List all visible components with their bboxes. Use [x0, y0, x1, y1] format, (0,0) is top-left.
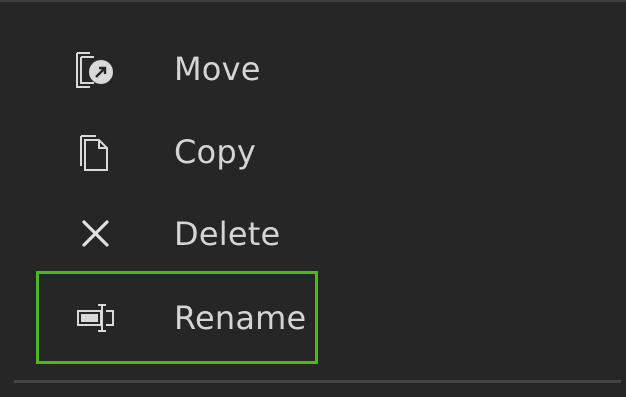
bottom-divider	[14, 380, 621, 383]
menu-item-label: Move	[174, 50, 261, 88]
menu-item-delete[interactable]: Delete	[36, 189, 318, 279]
rename-icon	[74, 296, 118, 340]
move-icon	[74, 47, 118, 91]
menu-item-copy[interactable]: Copy	[36, 107, 318, 197]
menu-item-rename[interactable]: Rename	[36, 271, 318, 364]
menu-item-label: Rename	[174, 298, 307, 337]
menu-item-label: Copy	[174, 133, 256, 171]
context-menu: Move Copy Delete Rename	[0, 0, 626, 397]
top-divider	[0, 0, 626, 2]
close-icon	[74, 212, 118, 256]
menu-item-label: Delete	[174, 215, 281, 253]
copy-icon	[74, 130, 118, 174]
menu-item-move[interactable]: Move	[36, 24, 318, 114]
